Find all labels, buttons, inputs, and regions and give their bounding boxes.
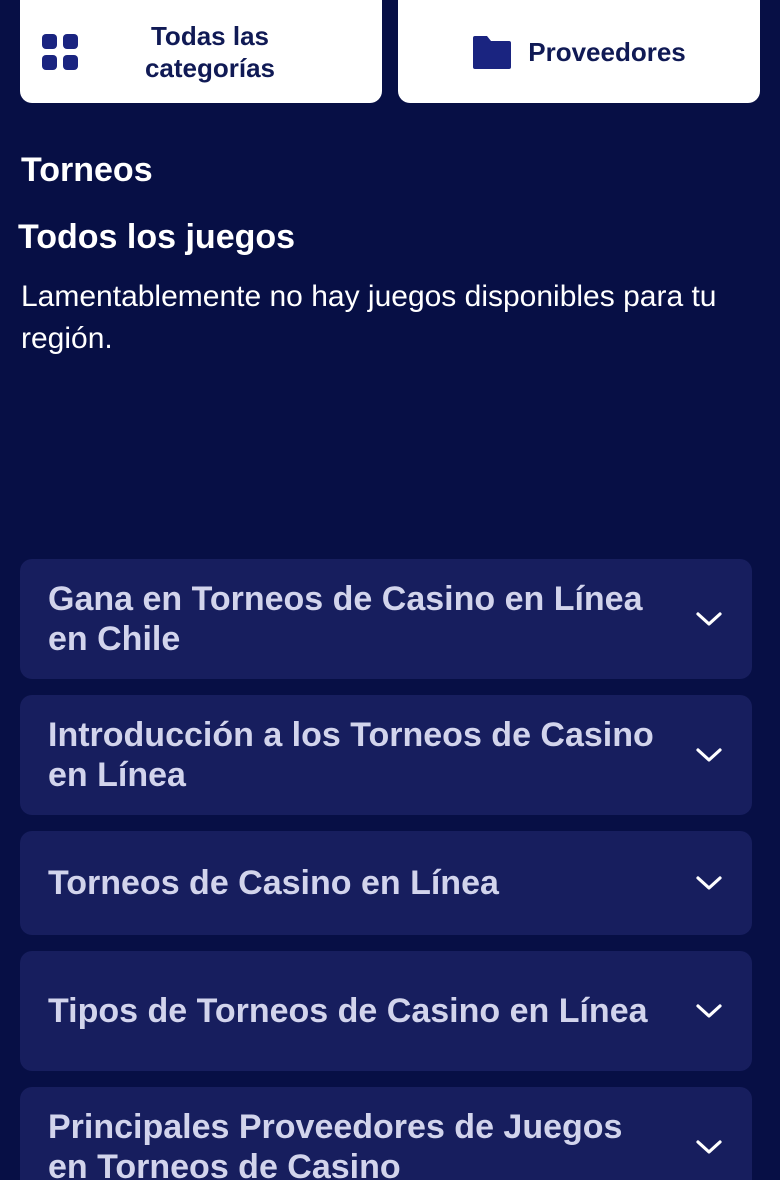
grid-icon <box>42 33 78 70</box>
faq-item[interactable]: Torneos de Casino en Línea <box>20 831 752 935</box>
all-categories-button[interactable]: Todas las categorías <box>20 0 382 103</box>
faq-item[interactable]: Introducción a los Torneos de Casino en … <box>20 695 752 815</box>
faq-item[interactable]: Tipos de Torneos de Casino en Línea <box>20 951 752 1071</box>
empty-state-message: Lamentablemente no hay juegos disponible… <box>21 280 717 355</box>
chevron-down-icon <box>694 996 724 1026</box>
page-title: Todos los juegos <box>18 218 296 256</box>
providers-label: Proveedores <box>528 36 686 67</box>
folder-icon <box>472 34 512 70</box>
faq-question: Torneos de Casino en Línea <box>48 864 499 902</box>
all-categories-label: Todas las categorías <box>144 20 276 83</box>
faq-item[interactable]: Gana en Torneos de Casino en Línea en Ch… <box>20 559 752 679</box>
page: Todas las categorías Proveedores Torneos… <box>0 0 780 1180</box>
faq-question: Gana en Torneos de Casino en Línea en Ch… <box>48 580 643 658</box>
chevron-down-icon <box>694 868 724 898</box>
providers-button[interactable]: Proveedores <box>398 0 760 103</box>
faq-question: Tipos de Torneos de Casino en Línea <box>48 992 648 1030</box>
faq-list: Gana en Torneos de Casino en Línea en Ch… <box>20 559 752 1180</box>
chevron-down-icon <box>694 1132 724 1162</box>
chevron-down-icon <box>694 604 724 634</box>
chevron-down-icon <box>694 740 724 770</box>
faq-question: Introducción a los Torneos de Casino en … <box>48 716 654 794</box>
faq-question: Principales Proveedores de Juegos en Tor… <box>48 1108 623 1180</box>
top-buttons: Todas las categorías Proveedores <box>20 0 760 103</box>
faq-item[interactable]: Principales Proveedores de Juegos en Tor… <box>20 1087 752 1180</box>
section-heading: Torneos <box>21 151 153 189</box>
